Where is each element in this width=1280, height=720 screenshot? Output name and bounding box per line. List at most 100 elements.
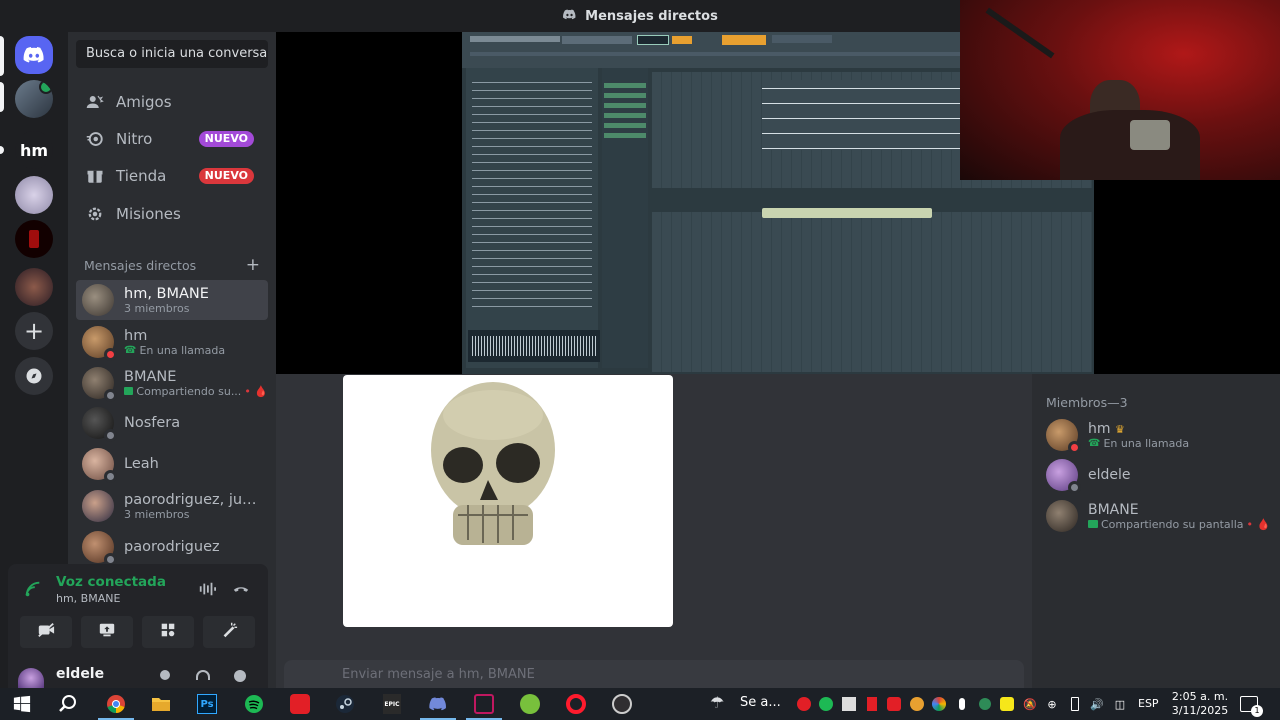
taskbar-photoshop[interactable]: Ps bbox=[189, 688, 225, 720]
chrome-icon bbox=[107, 695, 125, 713]
volume-icon[interactable]: 🔊 bbox=[1089, 696, 1105, 712]
clock-time: 2:05 a. m. bbox=[1171, 690, 1229, 703]
avatar bbox=[82, 326, 117, 361]
search-input[interactable]: Busca o inicia una conversa... bbox=[76, 40, 268, 68]
dm-sub: Compartiendo su... bbox=[136, 384, 242, 398]
dm-item[interactable]: BMANE Compartiendo su... • 🩸 bbox=[76, 363, 268, 403]
dm-header: Mensajes directos + bbox=[84, 257, 260, 274]
taskbar-obs[interactable] bbox=[604, 688, 640, 720]
mic-icon[interactable] bbox=[160, 670, 170, 680]
members-list: Miembros—3 hm ♛ ☎ En una llamada eldele B… bbox=[1032, 374, 1280, 688]
voice-panel: Voz conectada hm, BMANE bbox=[8, 564, 268, 658]
server-icon[interactable] bbox=[15, 220, 53, 258]
nav-quests[interactable]: Misiones bbox=[76, 196, 268, 232]
nav-shop[interactable]: Tienda NUEVO bbox=[76, 158, 268, 194]
taskbar-app[interactable] bbox=[282, 688, 318, 720]
nav-label: Misiones bbox=[116, 205, 181, 223]
avatar bbox=[82, 407, 117, 442]
user-panel: eldele bbox=[8, 658, 268, 688]
app-icon bbox=[474, 694, 494, 714]
new-badge: NUEVO bbox=[198, 131, 254, 147]
server-hm[interactable]: hm bbox=[15, 131, 53, 169]
language-indicator[interactable]: ESP bbox=[1138, 697, 1159, 710]
search-icon bbox=[59, 695, 76, 712]
settings-gear-icon[interactable] bbox=[234, 670, 246, 682]
server-icon[interactable] bbox=[15, 268, 53, 306]
tray-icon[interactable] bbox=[999, 696, 1015, 712]
start-button[interactable] bbox=[4, 688, 40, 720]
taskbar-chrome[interactable] bbox=[98, 688, 134, 720]
signal-icon[interactable] bbox=[24, 580, 42, 602]
dm-item[interactable]: hm ☎ En una llamada bbox=[76, 322, 268, 362]
taskbar-epic[interactable]: EPIC bbox=[374, 688, 410, 720]
plus-icon: + bbox=[23, 317, 45, 345]
headset-icon[interactable] bbox=[196, 670, 210, 680]
tray-icon[interactable] bbox=[841, 696, 857, 712]
battery-icon[interactable] bbox=[1067, 696, 1083, 712]
disconnect-icon[interactable] bbox=[232, 580, 250, 602]
windows-icon bbox=[13, 695, 31, 713]
member-item[interactable]: eldele bbox=[1046, 457, 1276, 494]
wifi-icon[interactable]: ◫ bbox=[1112, 696, 1128, 712]
create-dm-plus-icon[interactable]: + bbox=[246, 257, 260, 274]
nav-nitro[interactable]: Nitro NUEVO bbox=[76, 121, 268, 157]
screen-share-icon bbox=[124, 387, 134, 395]
member-name: BMANE bbox=[1088, 501, 1139, 518]
weather-text[interactable]: Se a... bbox=[740, 695, 781, 710]
nav-friends[interactable]: Amigos bbox=[76, 84, 268, 120]
call-avatar-server[interactable] bbox=[15, 80, 53, 118]
noise-suppression-icon[interactable] bbox=[198, 580, 216, 602]
search-button[interactable] bbox=[50, 688, 86, 720]
tray-icon[interactable] bbox=[909, 696, 925, 712]
message-input[interactable]: Enviar mensaje a hm, BMANE bbox=[284, 660, 1024, 688]
clock[interactable]: 2:05 a. m. 3/11/2025 bbox=[1168, 688, 1232, 720]
mute-bell-icon[interactable]: 🔕 bbox=[1022, 696, 1038, 712]
gif-embed[interactable] bbox=[343, 375, 673, 627]
server-icon[interactable] bbox=[15, 176, 53, 214]
tray-icon[interactable] bbox=[886, 696, 902, 712]
discover-button[interactable] bbox=[15, 357, 53, 395]
dm-name: Nosfera bbox=[124, 415, 181, 431]
dm-item[interactable]: Leah bbox=[76, 444, 268, 484]
soundboard-icon bbox=[220, 621, 238, 643]
member-item[interactable]: BMANE Compartiendo su pantalla • 🩸 bbox=[1046, 498, 1276, 534]
member-sub: Compartiendo su pantalla bbox=[1101, 517, 1244, 531]
network-icon[interactable]: ⊕ bbox=[1044, 696, 1060, 712]
member-item[interactable]: hm ♛ ☎ En una llamada bbox=[1046, 417, 1276, 454]
dm-header-label: Mensajes directos bbox=[84, 258, 197, 273]
taskbar-utorrent[interactable] bbox=[512, 688, 548, 720]
weather-icon[interactable]: ☂ bbox=[710, 693, 724, 712]
tray-icon[interactable] bbox=[818, 696, 834, 712]
tray-icon[interactable] bbox=[796, 696, 812, 712]
phone-icon: ☎ bbox=[1088, 437, 1101, 449]
avatar bbox=[1046, 419, 1081, 454]
epic-games-icon: EPIC bbox=[383, 694, 401, 714]
tray-icon[interactable] bbox=[977, 696, 993, 712]
member-name: eldele bbox=[1088, 467, 1131, 483]
discord-icon bbox=[23, 47, 44, 63]
dm-item[interactable]: paorodriguez, just... 3 miembros bbox=[76, 486, 268, 526]
soundboard-button[interactable] bbox=[203, 616, 255, 648]
dm-item[interactable]: hm, BMANE 3 miembros bbox=[76, 280, 268, 320]
avatar[interactable] bbox=[18, 668, 44, 688]
taskbar-spotify[interactable] bbox=[236, 688, 272, 720]
add-server-button[interactable]: + bbox=[15, 312, 53, 350]
taskbar-explorer[interactable] bbox=[143, 688, 179, 720]
notification-icon[interactable]: 1 bbox=[1240, 696, 1263, 717]
tray-icon[interactable] bbox=[864, 696, 880, 712]
taskbar-discord[interactable] bbox=[420, 688, 456, 720]
dm-item[interactable]: Nosfera bbox=[76, 403, 268, 443]
camera-off-button[interactable] bbox=[20, 616, 72, 648]
dm-home-button[interactable] bbox=[15, 36, 53, 74]
share-screen-button[interactable] bbox=[81, 616, 133, 648]
nav-label: Tienda bbox=[116, 167, 167, 185]
dm-item[interactable]: paorodriguez bbox=[76, 527, 268, 567]
activities-button[interactable] bbox=[142, 616, 194, 648]
taskbar-steam[interactable] bbox=[327, 688, 363, 720]
shop-icon bbox=[86, 167, 104, 185]
taskbar-opera[interactable] bbox=[558, 688, 594, 720]
taskbar-app[interactable] bbox=[466, 688, 502, 720]
member-name: hm bbox=[1088, 420, 1111, 437]
microphone-icon[interactable] bbox=[954, 696, 970, 712]
tray-icon[interactable] bbox=[931, 696, 947, 712]
